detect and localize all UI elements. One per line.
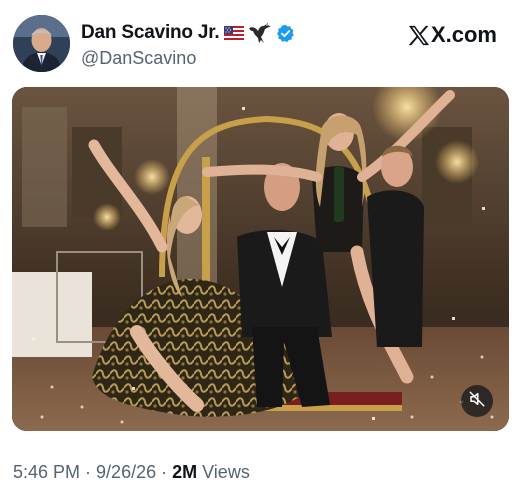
author-display-name[interactable]: Dan Scavino Jr.: [81, 22, 220, 44]
x-logo-icon: [408, 25, 430, 46]
site-brand-text: X.com: [430, 22, 497, 47]
eagle-icon: [248, 22, 272, 44]
author-avatar[interactable]: [13, 15, 70, 72]
views-label: Views: [202, 462, 250, 482]
mute-icon: [468, 390, 486, 413]
author-handle[interactable]: @DanScavino: [81, 48, 196, 69]
author-name-row[interactable]: Dan Scavino Jr.: [81, 21, 295, 45]
us-flag-icon: [223, 26, 244, 40]
site-brand: X.com: [408, 22, 497, 48]
post-date[interactable]: 9/26/26: [96, 462, 156, 483]
views-count: 2M: [172, 462, 198, 482]
post-photo: [12, 87, 509, 431]
mute-button[interactable]: [461, 385, 493, 417]
meta-separator: ·: [85, 462, 92, 482]
verified-badge-icon[interactable]: [276, 24, 295, 43]
post-time[interactable]: 5:46 PM: [13, 462, 80, 483]
post-meta: 5:46 PM · 9/26/26 · 2M Views: [13, 462, 250, 483]
meta-separator: ·: [161, 462, 168, 482]
post-media[interactable]: [12, 87, 509, 431]
